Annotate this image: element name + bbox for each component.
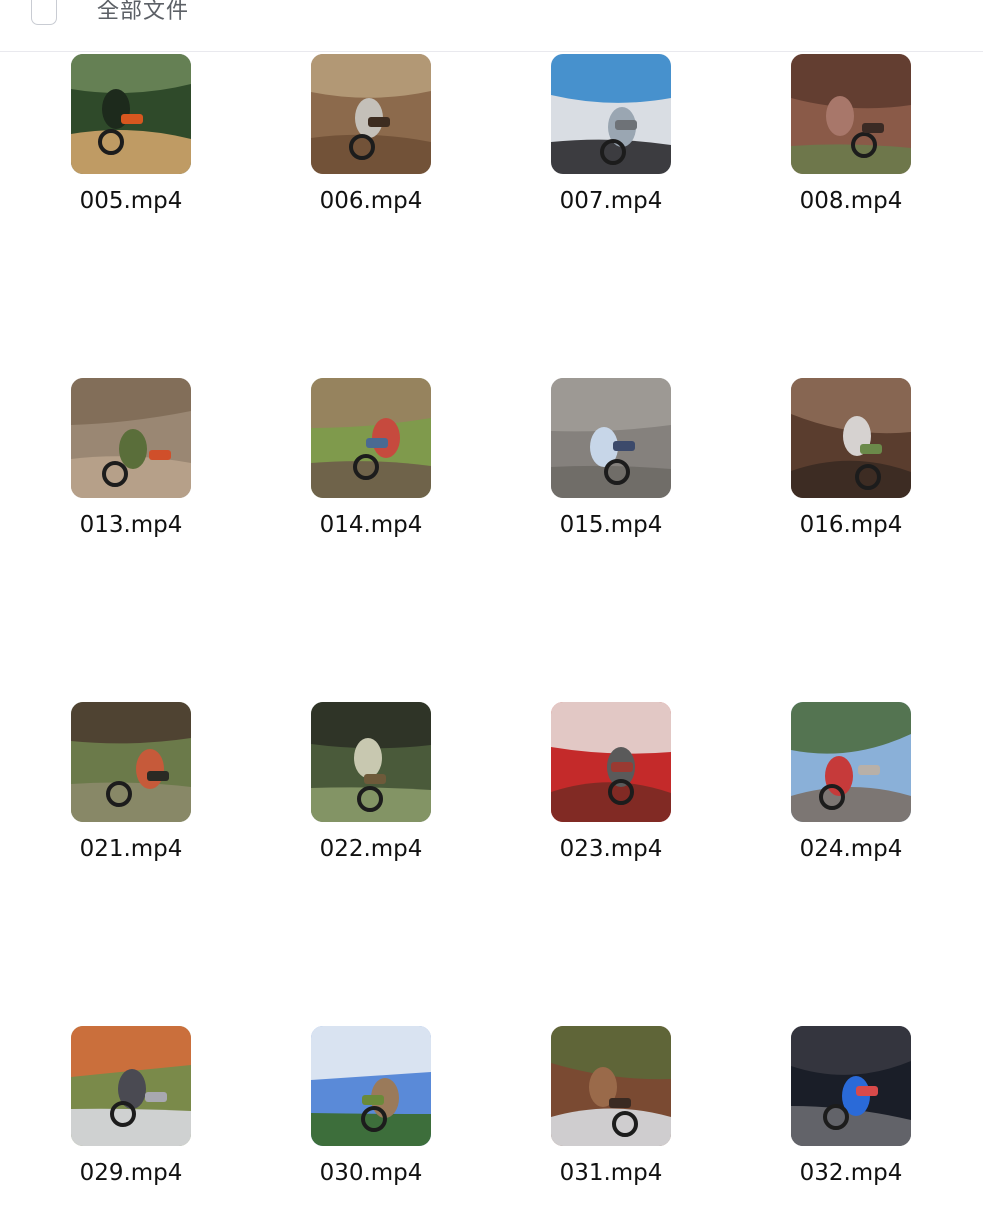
video-thumbnail[interactable] [551,1026,671,1146]
video-thumbnail[interactable] [71,1026,191,1146]
mud-climb-crowd-image [791,378,911,498]
file-item[interactable]: 005.mp4 [51,54,211,234]
file-name: 016.mp4 [799,512,903,538]
file-name: 007.mp4 [559,188,663,214]
file-item[interactable]: 032.mp4 [771,1026,931,1206]
riders-in-forest-image [71,54,191,174]
file-item[interactable]: 022.mp4 [291,702,451,882]
file-item[interactable]: 006.mp4 [291,54,451,234]
file-item[interactable]: 013.mp4 [51,378,211,558]
file-name: 006.mp4 [319,188,423,214]
file-item[interactable]: 007.mp4 [531,54,691,234]
file-item[interactable]: 030.mp4 [291,1026,451,1206]
file-item[interactable]: 023.mp4 [531,702,691,882]
file-item[interactable]: 024.mp4 [771,702,931,882]
sky-and-track-image [311,1026,431,1146]
rider-on-blue-bike-image [551,54,671,174]
file-name: 008.mp4 [799,188,903,214]
night-track-image [791,1026,911,1146]
file-name: 024.mp4 [799,836,903,862]
rider-descending-slope-image [71,378,191,498]
file-name: 021.mp4 [79,836,183,862]
video-thumbnail[interactable] [311,378,431,498]
file-name: 029.mp4 [79,1160,183,1186]
file-name: 030.mp4 [319,1160,423,1186]
muddy-track-pov-image [551,1026,671,1146]
file-name: 022.mp4 [319,836,423,862]
husqvarna-rider-image [311,702,431,822]
video-thumbnail[interactable] [551,54,671,174]
video-thumbnail[interactable] [791,378,911,498]
video-thumbnail[interactable] [791,54,911,174]
video-thumbnail[interactable] [311,1026,431,1146]
video-thumbnail[interactable] [71,378,191,498]
file-item[interactable]: 014.mp4 [291,378,451,558]
rider-in-field-image [71,1026,191,1146]
crowd-on-muddy-hill-image [311,378,431,498]
file-name: 013.mp4 [79,512,183,538]
file-name: 015.mp4 [559,512,663,538]
video-thumbnail[interactable] [791,1026,911,1146]
video-thumbnail[interactable] [551,702,671,822]
file-name: 005.mp4 [79,188,183,214]
file-grid: 005.mp4 006.mp4 007.mp4 008.mp4 013.mp4 014.m… [0,0,983,1195]
dirt-trail-pov-image [311,54,431,174]
bike-in-bamboo-image [71,702,191,822]
video-thumbnail[interactable] [71,702,191,822]
grey-slope-crash-image [551,378,671,498]
file-item[interactable]: 016.mp4 [771,378,931,558]
red-bike-closeup-image [551,702,671,822]
file-name: 023.mp4 [559,836,663,862]
file-name: 032.mp4 [799,1160,903,1186]
rocky-hillside-image [791,54,911,174]
video-thumbnail[interactable] [71,54,191,174]
video-thumbnail[interactable] [791,702,911,822]
bike-on-rocks-event-image [791,702,911,822]
video-thumbnail[interactable] [311,54,431,174]
video-thumbnail[interactable] [311,702,431,822]
file-item[interactable]: 015.mp4 [531,378,691,558]
file-item[interactable]: 031.mp4 [531,1026,691,1206]
file-name: 014.mp4 [319,512,423,538]
file-item[interactable]: 008.mp4 [771,54,931,234]
file-name: 031.mp4 [559,1160,663,1186]
file-item[interactable]: 029.mp4 [51,1026,211,1206]
video-thumbnail[interactable] [551,378,671,498]
file-item[interactable]: 021.mp4 [51,702,211,882]
